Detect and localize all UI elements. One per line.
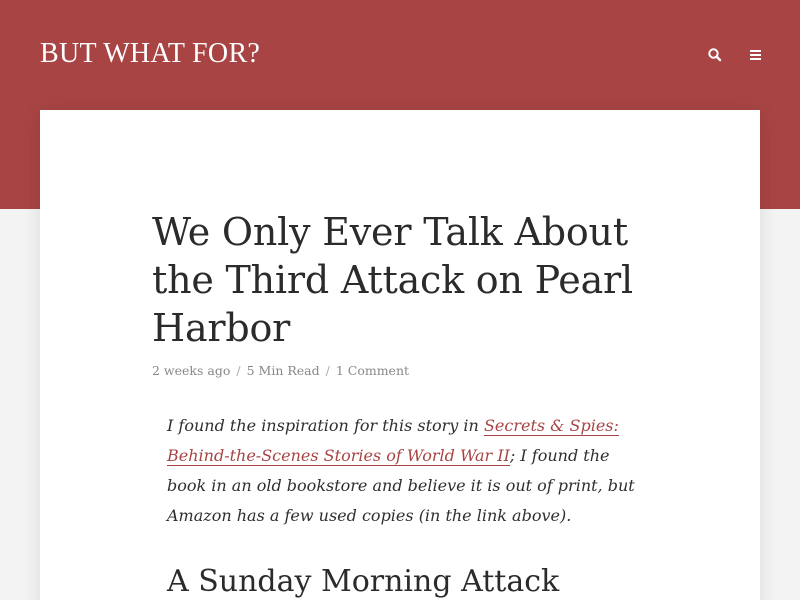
meta-separator: / (236, 363, 241, 378)
comments-link[interactable]: 1 Comment (336, 363, 409, 378)
read-time: 5 Min Read (246, 363, 320, 378)
post-title: We Only Ever Talk About the Third Attack… (152, 210, 633, 350)
post-date: 2 weeks ago (152, 363, 231, 378)
meta-separator: / (325, 363, 330, 378)
search-button[interactable] (706, 46, 724, 64)
hamburger-menu-icon (747, 46, 765, 64)
search-icon (706, 46, 724, 64)
article-card: We Only Ever Talk About the Third Attack… (40, 110, 760, 600)
post-meta: 2 weeks ago / 5 Min Read / 1 Comment (152, 362, 409, 380)
site-title[interactable]: BUT WHAT FOR? (40, 36, 260, 72)
menu-button[interactable] (747, 46, 765, 64)
intro-text-before: I found the inspiration for this story i… (167, 416, 484, 435)
section-heading: A Sunday Morning Attack (167, 564, 560, 599)
intro-paragraph: I found the inspiration for this story i… (167, 411, 637, 531)
